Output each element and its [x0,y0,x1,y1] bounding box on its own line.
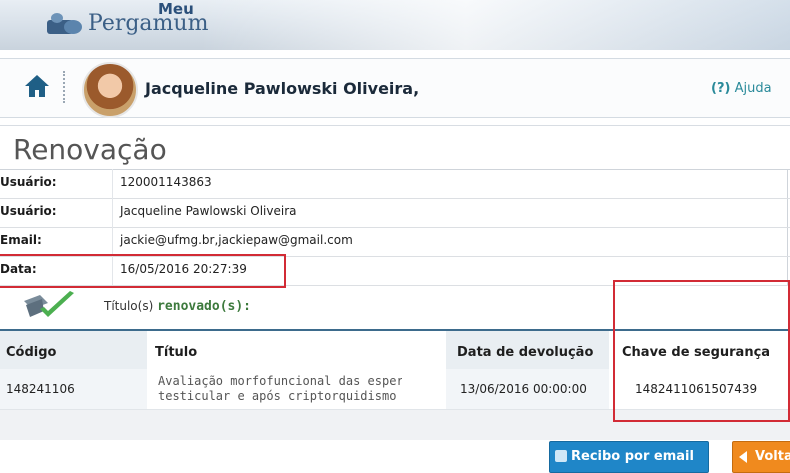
user-bar: Jacqueline Pawlowski Oliveira, (?) Ajuda [0,58,790,118]
help-icon: (?) [711,81,731,96]
column-header-label: Data de devolução [457,345,594,360]
info-row-email: Email: jackie@ufmg.br,jackiepaw@gmail.co… [0,227,790,257]
divider [0,125,790,126]
column-header-titulo: Título [149,331,444,371]
email-icon [555,450,567,462]
status-strong: renovado(s): [157,299,252,314]
help-label: Ajuda [734,81,772,96]
info-value: Jacqueline Pawlowski Oliveira [120,204,297,218]
divider [112,198,113,227]
cell-data-devolucao: 13/06/2016 00:00:00 [446,369,609,409]
help-link[interactable]: (?) Ajuda [711,81,772,96]
email-receipt-button[interactable]: Recibo por email [549,441,709,473]
page-title: Renovação [13,133,167,166]
banner-decoration [200,0,790,50]
back-button[interactable]: Volta [732,441,790,473]
status-text: Título(s) renovado(s): [104,299,251,314]
info-label: Usuário: [0,204,57,218]
header-banner: Meu Pergamum [0,0,790,50]
arrow-left-icon [739,451,747,463]
titulo-line: Avaliação morfofuncional das esperm:ura [158,374,402,388]
info-label: Usuário: [0,175,57,189]
cell-codigo: 148241106 [0,369,147,409]
highlight-box-chave [613,280,790,422]
button-label: Volta [755,449,790,464]
home-icon[interactable] [24,72,50,100]
column-header-data-devolucao: Data de devolução [446,331,609,371]
info-value: 120001143863 [120,175,212,189]
cell-text: 13/06/2016 00:00:00 [460,382,587,396]
column-header-codigo: Código [0,331,147,371]
info-row-usuario-id: Usuário: 120001143863 [0,169,790,199]
cell-text: Avaliação morfofuncional das esperm:ura … [158,374,402,406]
highlight-box-data [0,254,286,288]
divider [112,169,113,198]
divider [112,227,113,256]
column-header-label: Código [6,345,57,360]
column-header-label: Título [155,345,198,360]
info-label: Email: [0,233,42,247]
status-prefix: Título(s) [104,299,154,313]
titulo-line: testicular e após criptorquidismo expe [158,389,402,403]
separator [63,71,65,103]
button-label: Recibo por email [571,449,694,464]
cell-text: 148241106 [6,382,75,396]
avatar [82,62,138,118]
pergamum-logo-icon [47,13,82,34]
cell-titulo: Avaliação morfofuncional das esperm:ura … [149,369,444,409]
info-row-usuario-name: Usuário: Jacqueline Pawlowski Oliveira [0,198,790,228]
user-name: Jacqueline Pawlowski Oliveira, [145,79,420,98]
book-check-icon [24,291,74,317]
info-value: jackie@ufmg.br,jackiepaw@gmail.com [120,233,353,247]
logo-name-text: Pergamum [88,11,209,36]
